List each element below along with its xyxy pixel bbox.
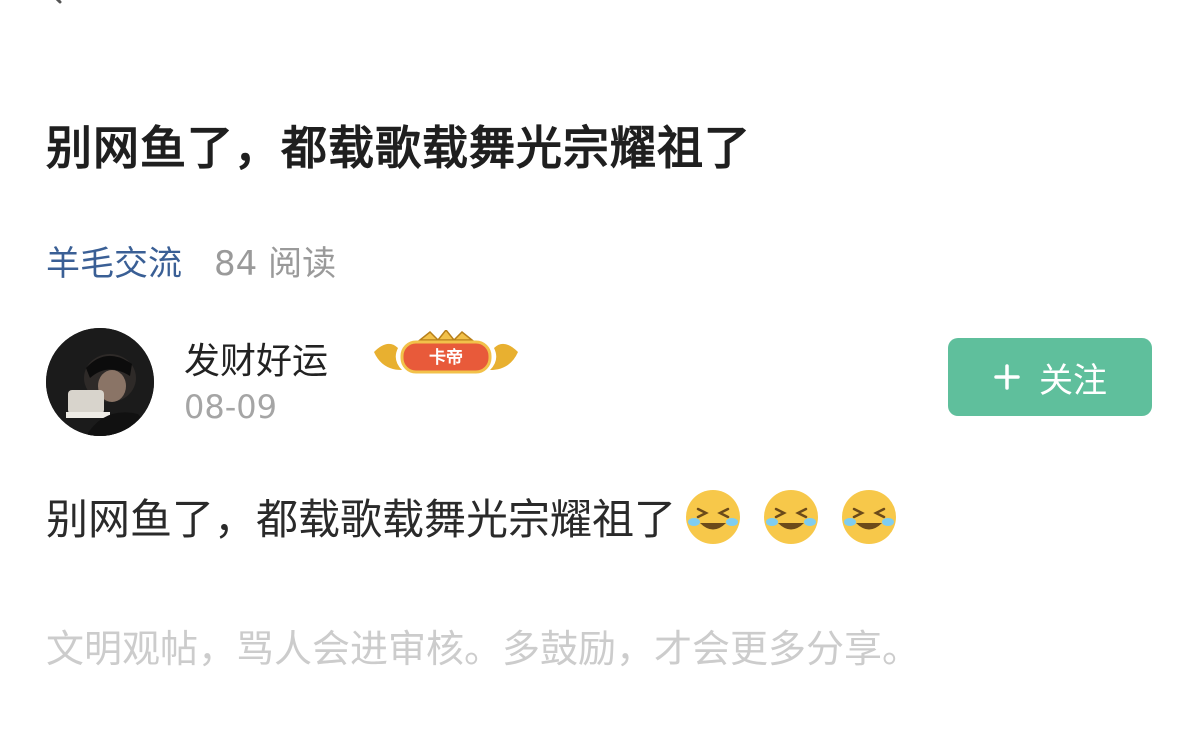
author-avatar[interactable] <box>46 328 154 436</box>
follow-label: 关注 <box>1039 361 1107 400</box>
post-title: 别网鱼了，都载歌载舞光宗耀祖了 <box>46 121 751 175</box>
post-date: 08-09 <box>184 388 277 426</box>
post-body: 别网鱼了，都载歌载舞光宗耀祖了 <box>46 486 898 547</box>
grinning-tears-emoji-icon <box>764 489 819 544</box>
grinning-tears-emoji-icon <box>842 489 897 544</box>
read-count: 84 阅读 <box>214 244 337 284</box>
follow-button[interactable]: 关注 <box>948 338 1152 416</box>
grinning-tears-emoji-icon <box>686 489 741 544</box>
post-body-text: 别网鱼了，都载歌载舞光宗耀祖了 <box>46 495 677 544</box>
author-name[interactable]: 发财好运 <box>184 332 328 384</box>
rank-badge-icon: 卡帝 <box>374 330 518 374</box>
badge-label: 卡帝 <box>429 347 463 368</box>
post-meta: 羊毛交流 84 阅读 <box>46 236 336 285</box>
plus-icon <box>994 364 1020 390</box>
category-link[interactable]: 羊毛交流 <box>46 236 182 285</box>
back-chevron-icon[interactable] <box>40 0 70 12</box>
comment-guideline-hint: 文明观帖，骂人会进审核。多鼓励，才会更多分享。 <box>46 627 921 671</box>
avatar-image <box>46 328 154 436</box>
